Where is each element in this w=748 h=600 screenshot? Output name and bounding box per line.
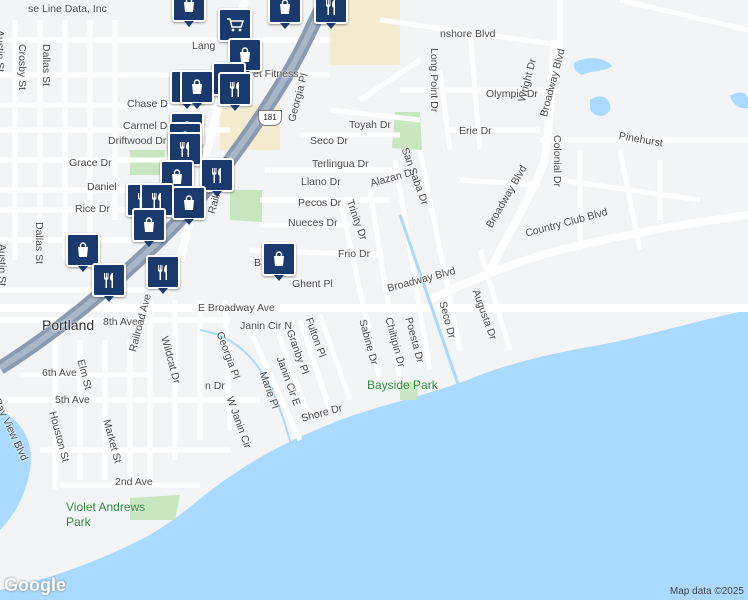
restaurant-pin[interactable] (146, 255, 180, 294)
restaurant-pin[interactable] (314, 0, 348, 29)
shopping-bag-icon (269, 249, 289, 269)
shopping-pin[interactable] (180, 70, 214, 109)
street-label: Colonial Dr (551, 135, 563, 187)
street-label: 2nd Ave (115, 476, 153, 488)
street-label: Llano Dr (301, 176, 341, 188)
fork-knife-icon (99, 270, 119, 290)
shopping-bag-icon (179, 193, 199, 213)
fork-knife-icon (153, 262, 173, 282)
restaurant-pin[interactable] (218, 72, 252, 111)
street-label: Austin St (0, 30, 6, 73)
street-label: Austin St (0, 244, 8, 287)
street-label: Carmel D (123, 120, 168, 132)
fork-knife-icon (225, 79, 245, 99)
street-label: n Dr (205, 380, 225, 392)
shopping-bag-icon (179, 0, 199, 15)
shopping-bag-icon (275, 0, 295, 17)
park-label-violet-andrews[interactable]: Violet Andrews Park (66, 500, 156, 530)
street-label: Lang (192, 40, 216, 52)
shopping-pin[interactable] (172, 186, 206, 225)
park-label-bayside[interactable]: Bayside Park (367, 378, 438, 392)
street-label: Daniel (87, 181, 117, 193)
google-logo: Google (4, 575, 66, 595)
street-label: Dallas St (33, 222, 45, 265)
shopping-pin[interactable] (172, 0, 206, 27)
pond (573, 58, 612, 75)
fork-knife-icon (207, 165, 227, 185)
map-attribution: Map data ©2025 (669, 586, 744, 597)
street-label: Driftwood Dr (108, 135, 167, 147)
shopping-pin[interactable] (132, 208, 166, 247)
street-label: Pecos Dr (298, 197, 342, 209)
shopping-pin[interactable] (268, 0, 302, 29)
shopping-bag-icon (187, 77, 207, 97)
street-label: nshore Blvd (440, 28, 496, 40)
city-label: Portland (42, 317, 95, 333)
street-label: B (254, 257, 262, 269)
map-canvas[interactable]: se Line Data, Inc Austin St Crosby St Dalla… (0, 0, 748, 600)
shopping-bag-icon (139, 215, 159, 235)
street-label: Toyah Dr (349, 119, 392, 131)
street-label: se Line Data, Inc (28, 3, 107, 15)
street-label: Crosby St (16, 44, 28, 91)
street-label: Long Point Dr (428, 48, 440, 113)
street-label: Rice Dr (75, 203, 111, 215)
street-label: 5th Ave (55, 394, 90, 406)
street-label: Ghent Pl (292, 278, 333, 290)
street-label: Erie Dr (459, 125, 492, 137)
street-label: Grace Dr (69, 157, 112, 169)
street-label: Seco Dr (310, 135, 348, 147)
street-label: Terlingua Dr (312, 158, 369, 170)
shopping-pin[interactable] (66, 233, 100, 272)
shopping-pin[interactable] (262, 242, 296, 281)
street-label: 6th Ave (42, 367, 77, 379)
park-area (230, 190, 262, 222)
cart-icon (225, 15, 245, 35)
cart-pin[interactable] (218, 8, 252, 47)
street-label: Frio Dr (338, 248, 371, 260)
street-label: Nueces Dr (288, 217, 338, 229)
restaurant-pin[interactable] (92, 263, 126, 302)
street-label: Janin Cir N (240, 320, 292, 332)
street-label: Dallas St (40, 44, 52, 87)
pond (730, 92, 748, 109)
highway-181-shield: 181 (258, 110, 282, 126)
fork-knife-icon (321, 0, 341, 17)
street-label: E Broadway Ave (198, 302, 275, 314)
fork-knife-icon (147, 190, 167, 210)
street-label: Chase D (127, 98, 168, 110)
pond (590, 96, 611, 116)
fork-knife-icon (175, 139, 195, 159)
shopping-bag-icon (73, 240, 93, 260)
